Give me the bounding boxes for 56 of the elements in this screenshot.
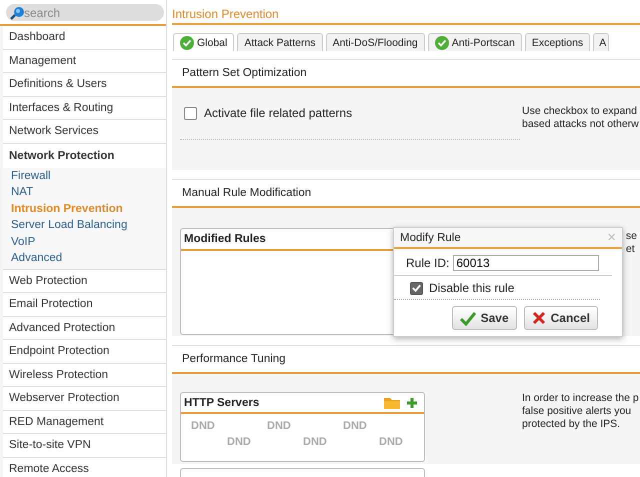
sidebar-item[interactable]: Network Services: [3, 120, 166, 142]
checkbox-label: Activate file related patterns: [204, 106, 352, 120]
checkbox[interactable]: [184, 106, 197, 120]
sidebar-item[interactable]: Interfaces & Routing: [3, 96, 166, 119]
drop-hint: DND: [379, 436, 404, 448]
checkbox[interactable]: [410, 282, 423, 294]
help-text: se et: [626, 229, 637, 256]
folder-icon: [384, 396, 400, 409]
check-icon: [460, 310, 476, 326]
add-icon: [406, 396, 418, 408]
search-field[interactable]: search: [6, 4, 164, 21]
help-text: Use checkbox to expand based attacks not otherw: [522, 105, 640, 131]
tab[interactable]: Anti-Portscan: [428, 33, 522, 51]
drop-hint: DND: [191, 420, 216, 432]
list-title: HTTP Servers: [184, 396, 260, 408]
drop-hint: DND: [267, 420, 292, 432]
tab[interactable]: Exceptions: [524, 33, 590, 51]
save-button[interactable]: Save: [452, 306, 517, 330]
submenu-item[interactable]: Firewall: [11, 168, 166, 184]
drop-hint: DND: [303, 436, 328, 448]
sidebar-item[interactable]: RED Management: [3, 410, 166, 433]
sidebar-item[interactable]: Advanced Protection: [3, 316, 166, 339]
checkbox-label: Disable this rule: [429, 281, 514, 295]
check-circle-icon: [180, 36, 194, 50]
sidebar-item[interactable]: Web Protection: [3, 270, 166, 292]
tab[interactable]: A: [593, 33, 610, 51]
sidebar-item[interactable]: Webserver Protection: [3, 387, 166, 410]
sidebar-item[interactable]: Endpoint Protection: [3, 340, 166, 362]
sidebar-item[interactable]: Email Protection: [3, 293, 166, 316]
sidebar-item[interactable]: Site-to-site VPN: [3, 434, 166, 456]
submenu-item[interactable]: Server Load Balancing: [11, 217, 166, 234]
cancel-button[interactable]: Cancel: [524, 306, 598, 330]
submenu-item[interactable]: Advanced: [11, 250, 166, 266]
page-title: Intrusion Prevention: [172, 0, 640, 25]
sidebar-item[interactable]: Wireless Protection: [3, 364, 166, 386]
drop-hint: DND: [227, 436, 252, 448]
tab[interactable]: Anti-DoS/Flooding: [326, 33, 425, 51]
sidebar-item[interactable]: Remote Access: [3, 458, 166, 477]
sidebar-item[interactable]: Definitions & Users: [3, 73, 166, 96]
submenu-item[interactable]: NAT: [11, 184, 166, 200]
panel-title: Performance Tuning: [172, 345, 640, 374]
panel-title: Manual Rule Modification: [172, 179, 640, 208]
panel-title: Pattern Set Optimization: [172, 59, 640, 88]
check-circle-icon: [434, 36, 449, 50]
tab[interactable]: Global: [173, 33, 234, 51]
submenu-item[interactable]: VoIP: [11, 234, 166, 250]
sidebar-item[interactable]: Dashboard: [3, 26, 166, 48]
close-icon: [532, 311, 546, 325]
input-field[interactable]: 60013: [453, 255, 600, 271]
help-text: In order to increase the p false positive alerts you protected by the IPS.: [522, 392, 640, 431]
tab[interactable]: Attack Patterns: [237, 33, 323, 51]
sidebar-item[interactable]: Network Protection: [3, 144, 166, 168]
drop-hint: DND: [343, 420, 368, 432]
sidebar-item[interactable]: Management: [3, 50, 166, 72]
field-label: Rule ID:: [406, 256, 450, 270]
check-icon: [411, 282, 422, 294]
